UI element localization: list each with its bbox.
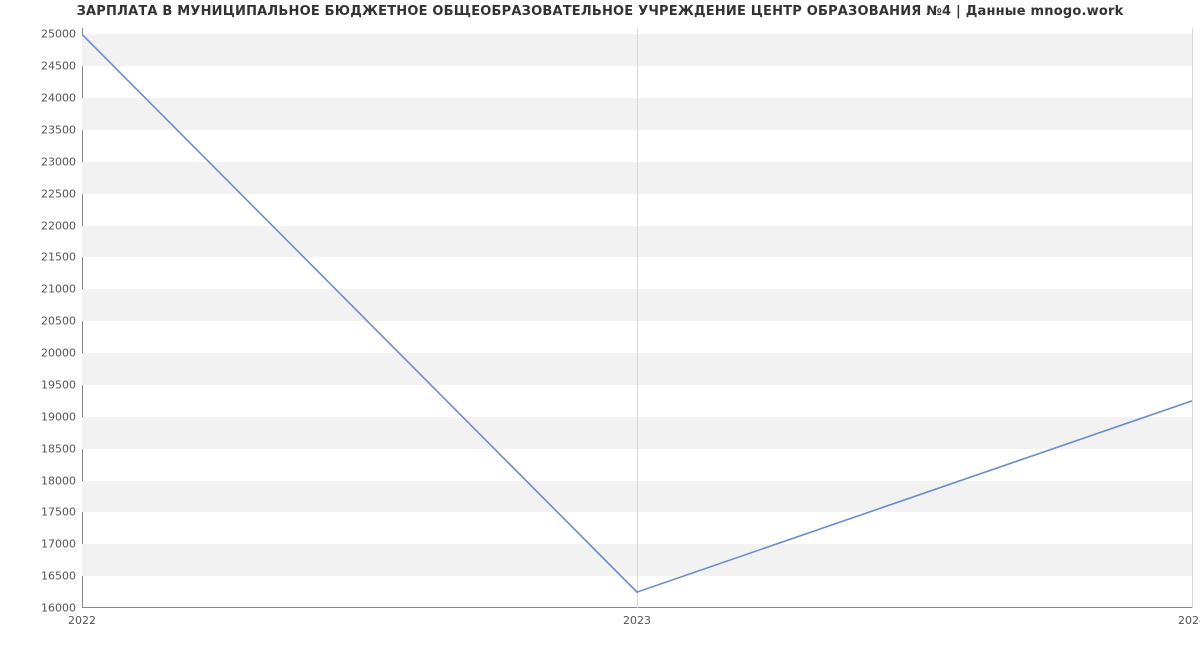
- y-tick-label: 17500: [41, 506, 76, 519]
- y-tick-label: 16500: [41, 570, 76, 583]
- y-tick-label: 24000: [41, 92, 76, 105]
- x-tick-label: 2022: [68, 614, 96, 627]
- y-tick-label: 17000: [41, 538, 76, 551]
- y-tick-label: 21500: [41, 251, 76, 264]
- x-tick-label: 2024: [1178, 614, 1200, 627]
- y-tick-label: 22000: [41, 219, 76, 232]
- plot-area: 2022202320241600016500170001750018000185…: [82, 28, 1192, 608]
- y-tick-label: 22500: [41, 187, 76, 200]
- grid-line-vertical: [1192, 28, 1193, 608]
- chart-title: ЗАРПЛАТА В МУНИЦИПАЛЬНОЕ БЮДЖЕТНОЕ ОБЩЕО…: [0, 4, 1200, 19]
- x-tick-label: 2023: [623, 614, 651, 627]
- y-tick-label: 21000: [41, 283, 76, 296]
- chart-container: ЗАРПЛАТА В МУНИЦИПАЛЬНОЕ БЮДЖЕТНОЕ ОБЩЕО…: [0, 0, 1200, 650]
- line-series: [82, 28, 1192, 608]
- y-tick-label: 19500: [41, 378, 76, 391]
- y-tick-label: 25000: [41, 28, 76, 41]
- y-tick-label: 23500: [41, 123, 76, 136]
- y-tick-label: 16000: [41, 602, 76, 615]
- y-tick-label: 19000: [41, 410, 76, 423]
- y-tick-label: 23000: [41, 155, 76, 168]
- y-tick-label: 18000: [41, 474, 76, 487]
- series-line: [82, 34, 1192, 592]
- y-tick-label: 24500: [41, 60, 76, 73]
- y-tick-label: 20000: [41, 347, 76, 360]
- y-tick-label: 18500: [41, 442, 76, 455]
- y-tick-label: 20500: [41, 315, 76, 328]
